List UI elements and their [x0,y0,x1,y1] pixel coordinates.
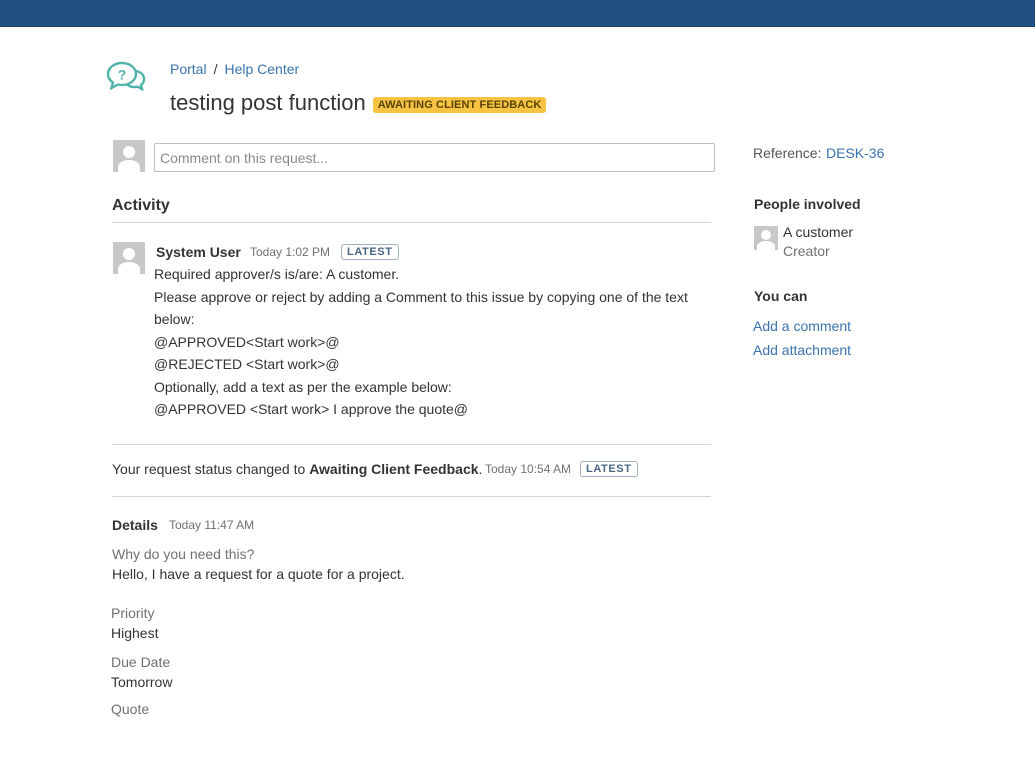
you-can-heading: You can [754,288,808,304]
field-label-quote: Quote [111,701,150,717]
comment-line: Required approver/s is/are: A customer. [154,266,400,282]
field-label-due-date: Due Date [111,654,171,670]
people-involved-heading: People involved [754,196,861,212]
svg-text:?: ? [118,67,127,83]
add-attachment-link[interactable]: Add attachment [753,342,851,358]
comment-line: Optionally, add a text as per the exampl… [154,378,452,395]
activity-comment-body: Required approver/s is/are: A customer. … [154,263,709,421]
status-change-prefix: Your request status changed to [112,461,306,477]
activity-divider [112,444,711,445]
latest-badge: LATEST [341,244,399,260]
page-title: testing post function [170,90,366,115]
breadcrumb-portal-link[interactable]: Portal [170,61,207,77]
top-navigation-bar [0,0,1035,27]
status-change-value: Awaiting Client Feedback [309,461,479,477]
field-value-why: Hello, I have a request for a quote for … [112,566,405,582]
comment-line: @REJECTED <Start work>@ [154,356,340,372]
current-user-avatar [113,140,145,172]
activity-timestamp: Today 1:02 PM [250,245,331,259]
details-timestamp: Today 11:47 AM [169,518,255,532]
help-center-logo-icon[interactable]: ? [106,61,146,91]
status-change-entry: Your request status changed to Awaiting … [112,461,482,477]
latest-badge: LATEST [580,461,638,477]
person-role: Creator [783,243,830,259]
status-badge: AWAITING CLIENT FEEDBACK [372,96,547,113]
status-change-suffix: . [478,461,483,477]
comment-line: Please approve or reject by adding a Com… [154,288,688,328]
details-heading: Details [112,517,158,533]
activity-author: System User [156,244,241,260]
activity-divider [112,496,711,497]
reference-label: Reference: [753,145,822,161]
status-change-timestamp: Today 10:54 AM [485,462,572,476]
breadcrumb-help-center-link[interactable]: Help Center [224,61,299,77]
person-name: A customer [783,224,854,240]
reference-link[interactable]: DESK-36 [826,145,884,161]
customer-avatar [754,226,778,250]
breadcrumb: Portal / Help Center [170,61,299,77]
comment-line: @APPROVED <Start work> I approve the quo… [154,401,469,417]
activity-divider [112,222,711,223]
add-comment-link[interactable]: Add a comment [753,318,851,334]
comment-line: @APPROVED<Start work>@ [154,333,340,350]
breadcrumb-separator: / [213,61,218,77]
activity-heading: Activity [112,197,170,214]
system-user-avatar [113,242,145,274]
field-value-priority: Highest [111,625,159,641]
field-label-priority: Priority [111,605,155,621]
field-value-due-date: Tomorrow [111,674,173,690]
comment-input[interactable] [154,143,715,172]
field-label-why: Why do you need this? [112,546,255,562]
request-title-row: testing post function AWAITING CLIENT FE… [170,90,547,116]
